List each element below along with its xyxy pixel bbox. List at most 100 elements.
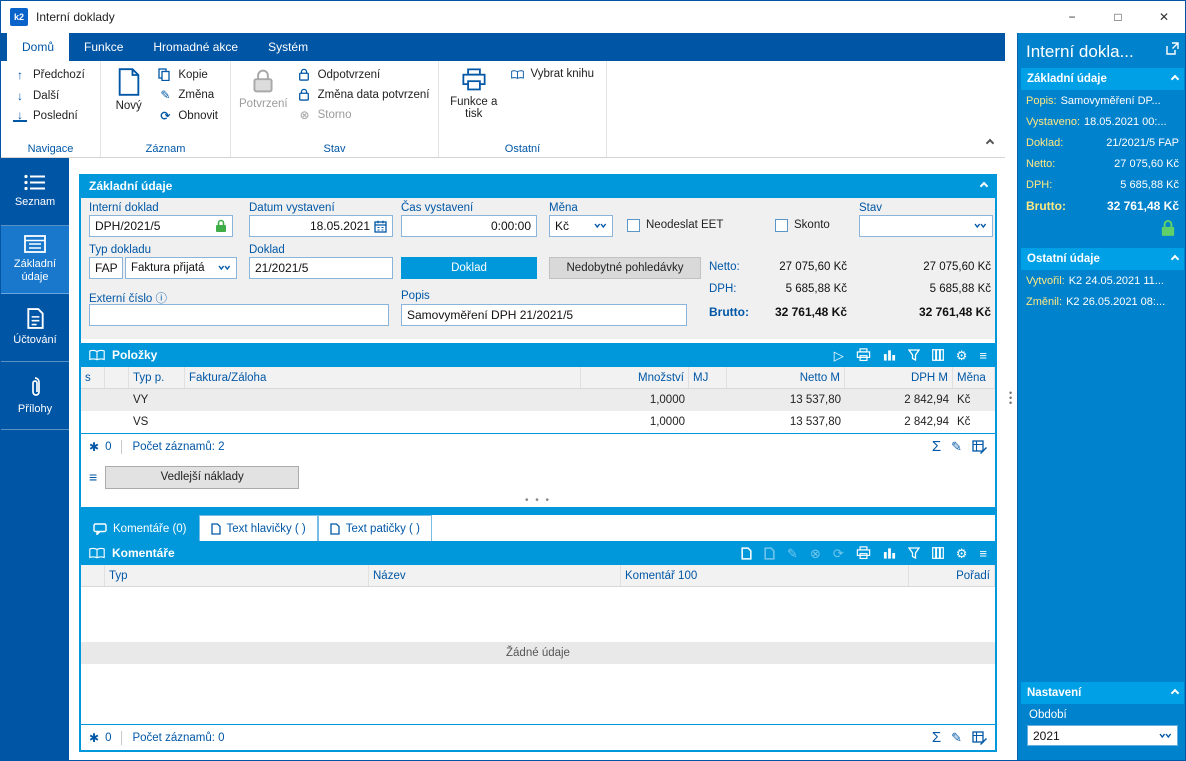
col-dph[interactable]: DPH M: [845, 367, 953, 388]
asterisk-icon[interactable]: ✱: [89, 731, 99, 745]
menu-small-icon[interactable]: ≡: [89, 469, 97, 485]
col-mnozstvi[interactable]: Množství: [581, 367, 689, 388]
edit-pencil-icon[interactable]: ✎: [951, 439, 962, 455]
confirm-button[interactable]: Potvrzení: [239, 66, 288, 124]
horizontal-splitter[interactable]: [81, 507, 995, 515]
menu-icon[interactable]: ≡: [979, 349, 987, 362]
last-button[interactable]: ↓ Poslední: [9, 108, 89, 124]
print-icon[interactable]: [856, 348, 871, 362]
asterisk-icon[interactable]: ✱: [89, 440, 99, 454]
group-label-ostatni: Ostatní: [439, 143, 606, 155]
columns-icon[interactable]: [932, 547, 944, 559]
ribbon-tab-functions[interactable]: Funkce: [69, 33, 138, 61]
copy-button[interactable]: Kopie: [154, 66, 222, 83]
col-blank[interactable]: [105, 367, 129, 388]
grid-edit-icon[interactable]: [972, 440, 987, 454]
col-mj[interactable]: MJ: [689, 367, 727, 388]
sidebar-item-zakladni-udaje[interactable]: Základní údaje: [1, 226, 69, 294]
run-icon[interactable]: ▷: [834, 349, 844, 362]
gear-icon[interactable]: ⚙: [956, 547, 968, 560]
ribbon-tab-system[interactable]: Systém: [253, 33, 323, 61]
col-s[interactable]: s: [81, 367, 105, 388]
sidebar-item-seznam[interactable]: Seznam: [1, 158, 69, 226]
skonto-checkbox[interactable]: [775, 219, 788, 232]
maximize-button[interactable]: □: [1095, 1, 1141, 33]
items-row-2[interactable]: VS 1,0000 13 537,80 2 842,94 Kč: [81, 411, 995, 433]
edit-pencil-icon[interactable]: ✎: [951, 730, 962, 746]
dropdown-icon[interactable]: [974, 222, 987, 230]
horizontal-splitter-handle[interactable]: • • •: [81, 497, 995, 507]
vertical-splitter[interactable]: •••: [1005, 33, 1017, 761]
col-komentar[interactable]: Komentář 100: [621, 565, 909, 586]
collapse-icon[interactable]: [1171, 75, 1179, 83]
gear-icon[interactable]: ⚙: [956, 349, 968, 362]
storno-button[interactable]: ⊗ Storno: [294, 106, 434, 124]
sum-icon[interactable]: Σ: [932, 729, 941, 746]
sum-icon[interactable]: Σ: [932, 438, 941, 455]
edit-button[interactable]: ✎ Změna: [154, 86, 222, 104]
filter-icon[interactable]: [908, 349, 920, 361]
col-mena[interactable]: Měna: [953, 367, 995, 388]
new-button[interactable]: Nový: [109, 66, 148, 125]
sidebar-item-uctovani[interactable]: Účtování: [1, 294, 69, 362]
internal-doc-field[interactable]: DPH/2021/5: [89, 215, 233, 237]
ribbon-tab-home[interactable]: Domů: [7, 33, 69, 61]
side-costs-button[interactable]: Vedlejší náklady: [105, 466, 299, 489]
document-button[interactable]: Doklad: [401, 257, 537, 279]
refresh-record-icon[interactable]: ⟳: [833, 547, 844, 560]
document-field[interactable]: 21/2021/5: [249, 257, 393, 279]
chart-icon[interactable]: [883, 349, 896, 361]
col-poradi[interactable]: Pořadí: [909, 565, 995, 586]
external-no-field[interactable]: [89, 304, 389, 326]
menu-icon[interactable]: ≡: [979, 547, 987, 560]
description-field[interactable]: Samovyměření DPH 21/2021/5: [401, 304, 687, 326]
refresh-button[interactable]: ⟳ Obnovit: [154, 107, 222, 125]
col-nazev[interactable]: Název: [369, 565, 621, 586]
collapse-icon[interactable]: [1171, 255, 1179, 263]
dropdown-icon[interactable]: [218, 264, 231, 272]
ribbon-collapse-button[interactable]: [987, 135, 993, 149]
issue-date-field[interactable]: 18.05.2021: [249, 215, 393, 237]
doc-type-code-field[interactable]: FAP: [89, 257, 123, 279]
ribbon-tab-bulk[interactable]: Hromadné akce: [138, 33, 253, 61]
doc-type-field[interactable]: Faktura přijatá: [125, 257, 237, 279]
tab-comments[interactable]: Komentáře (0): [81, 515, 199, 541]
copy-record-icon[interactable]: [764, 547, 775, 560]
columns-icon[interactable]: [932, 349, 944, 361]
collapse-basic-icon[interactable]: [980, 182, 988, 190]
tab-header-text[interactable]: Text hlavičky ( ): [199, 515, 318, 541]
grid-edit-icon[interactable]: [972, 731, 987, 745]
edit-record-icon[interactable]: ✎: [787, 547, 798, 560]
next-button[interactable]: ↓ Další: [9, 87, 89, 105]
col-typ[interactable]: Typ p.: [129, 367, 185, 388]
bad-debts-button[interactable]: Nedobytné pohledávky: [549, 257, 701, 279]
close-button[interactable]: ✕: [1141, 1, 1186, 33]
unconfirm-button[interactable]: Odpotvrzení: [294, 66, 434, 83]
change-confirm-date-button[interactable]: Změna data potvrzení: [294, 86, 434, 103]
items-row-1[interactable]: VY 1,0000 13 537,80 2 842,94 Kč: [81, 389, 995, 411]
eet-checkbox[interactable]: [627, 219, 640, 232]
col-netto[interactable]: Netto M: [727, 367, 845, 388]
prev-button[interactable]: ↑ Předchozí: [9, 66, 89, 84]
functions-print-button[interactable]: Funkce a tisk: [447, 66, 501, 120]
period-field[interactable]: 2021: [1027, 725, 1178, 746]
select-book-button[interactable]: Vybrat knihu: [507, 66, 599, 82]
col-faktura[interactable]: Faktura/Záloha: [185, 367, 581, 388]
new-record-icon[interactable]: [741, 547, 752, 560]
filter-icon[interactable]: [908, 547, 920, 559]
col-typ[interactable]: Typ: [105, 565, 369, 586]
issue-time-field[interactable]: 0:00:00: [401, 215, 537, 237]
calendar-icon[interactable]: [374, 220, 387, 233]
currency-field[interactable]: Kč: [549, 215, 613, 237]
state-field[interactable]: [859, 215, 993, 237]
print-icon[interactable]: [856, 546, 871, 560]
delete-record-icon[interactable]: ⊗: [810, 547, 821, 560]
dropdown-icon[interactable]: [594, 222, 607, 230]
open-external-icon[interactable]: [1166, 42, 1179, 55]
collapse-icon[interactable]: [1171, 689, 1179, 697]
tab-footer-text[interactable]: Text patičky ( ): [318, 515, 432, 541]
sidebar-item-prilohy[interactable]: Přílohy: [1, 362, 69, 430]
chart-icon[interactable]: [883, 547, 896, 559]
minimize-button[interactable]: −: [1049, 1, 1095, 33]
dropdown-icon[interactable]: [1159, 732, 1172, 740]
